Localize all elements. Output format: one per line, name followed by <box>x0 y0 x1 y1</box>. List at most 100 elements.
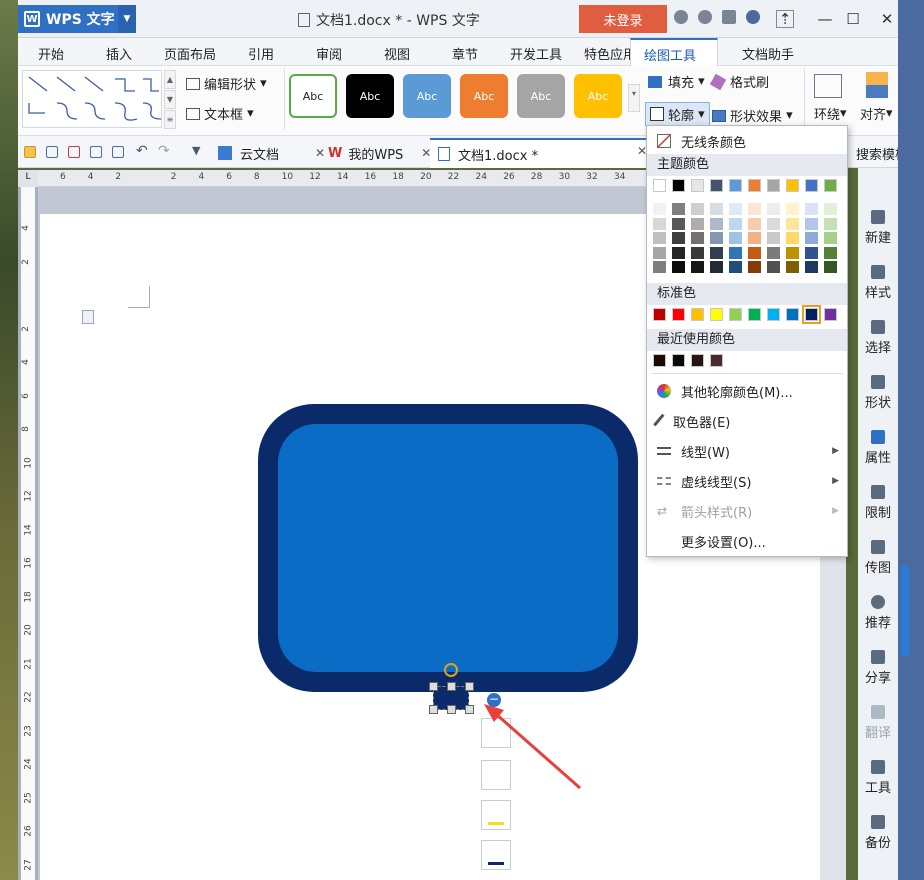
theme-shade-swatch[interactable] <box>748 246 761 259</box>
sidebar-item-new[interactable]: 新建 <box>858 210 898 246</box>
theme-shade-swatch[interactable] <box>786 246 799 259</box>
theme-shade-swatch[interactable] <box>729 246 742 259</box>
line-type-item[interactable]: 线型(W) ▶ <box>647 436 847 466</box>
theme-shade-swatch[interactable] <box>805 217 818 230</box>
recent-color-swatch[interactable] <box>710 354 723 367</box>
theme-shade-swatch[interactable] <box>691 203 704 215</box>
sidebar-toggle[interactable] <box>901 566 909 656</box>
theme-shade-swatch[interactable] <box>824 246 837 259</box>
theme-shade-swatch[interactable] <box>786 203 799 215</box>
theme-shade-swatch[interactable] <box>786 232 799 244</box>
theme-shade-swatch[interactable] <box>729 203 742 215</box>
theme-color-swatch[interactable] <box>786 179 799 192</box>
eyedropper-item[interactable]: 取色器(E) <box>647 406 847 436</box>
no-outline-item[interactable]: 无线条颜色 <box>647 126 847 156</box>
theme-shade-swatch[interactable] <box>672 261 685 273</box>
theme-color-swatch[interactable] <box>767 179 780 192</box>
sidebar-item-style[interactable]: 样式 <box>858 265 898 301</box>
sidebar-item-translate[interactable]: 翻译 <box>858 705 898 741</box>
sidebar-item-restrict[interactable]: 限制 <box>858 485 898 521</box>
select-icon <box>871 320 885 334</box>
theme-shade-swatch[interactable] <box>653 232 666 244</box>
sidebar-item-select[interactable]: 选择 <box>858 320 898 356</box>
recent-color-swatch[interactable] <box>653 354 666 367</box>
theme-shade-swatch[interactable] <box>691 232 704 244</box>
sidebar-item-share[interactable]: 分享 <box>858 650 898 686</box>
theme-shade-swatch[interactable] <box>691 261 704 273</box>
theme-color-swatch[interactable] <box>748 179 761 192</box>
theme-shade-swatch[interactable] <box>748 203 761 215</box>
theme-color-swatch[interactable] <box>672 179 685 192</box>
theme-shade-swatch[interactable] <box>729 261 742 273</box>
recent-color-swatch[interactable] <box>672 354 685 367</box>
theme-shade-swatch[interactable] <box>653 203 666 215</box>
sidebar-item-properties[interactable]: 属性 <box>858 430 898 466</box>
theme-color-swatch[interactable] <box>729 179 742 192</box>
theme-shade-swatch[interactable] <box>672 246 685 259</box>
theme-shade-swatch[interactable] <box>653 217 666 230</box>
theme-shade-swatch[interactable] <box>710 217 723 230</box>
theme-color-swatch[interactable] <box>824 179 837 192</box>
theme-shade-swatch[interactable] <box>805 203 818 215</box>
recommend-icon <box>871 595 885 609</box>
more-colors-item[interactable]: 其他轮廓颜色(M)... <box>647 376 847 406</box>
standard-color-swatch[interactable] <box>786 308 799 321</box>
standard-color-swatch[interactable] <box>729 308 742 321</box>
separator <box>651 373 843 374</box>
theme-shade-swatch[interactable] <box>767 232 780 244</box>
standard-color-swatch[interactable] <box>710 308 723 321</box>
theme-shade-swatch[interactable] <box>824 217 837 230</box>
standard-color-swatch[interactable] <box>767 308 780 321</box>
theme-shade-swatch[interactable] <box>786 261 799 273</box>
theme-color-swatch[interactable] <box>653 179 666 192</box>
theme-shade-swatch[interactable] <box>710 246 723 259</box>
theme-shade-swatch[interactable] <box>710 261 723 273</box>
more-settings-item[interactable]: 更多设置(O)... <box>647 526 847 556</box>
sidebar-item-recommend[interactable]: 推荐 <box>858 595 898 631</box>
theme-shade-swatch[interactable] <box>824 232 837 244</box>
recent-color-swatch[interactable] <box>691 354 704 367</box>
theme-shade-swatch[interactable] <box>710 203 723 215</box>
theme-color-swatch[interactable] <box>691 179 704 192</box>
standard-color-swatch[interactable] <box>672 308 685 321</box>
theme-shade-swatch[interactable] <box>824 203 837 215</box>
theme-color-swatch[interactable] <box>805 179 818 192</box>
standard-color-swatch[interactable] <box>653 308 666 321</box>
theme-shade-swatch[interactable] <box>748 232 761 244</box>
theme-shade-swatch[interactable] <box>672 217 685 230</box>
theme-shade-swatch[interactable] <box>767 261 780 273</box>
sidebar-item-shape[interactable]: 形状 <box>858 375 898 411</box>
theme-color-swatch[interactable] <box>710 179 723 192</box>
theme-shade-swatch[interactable] <box>653 246 666 259</box>
sidebar-item-tools[interactable]: 工具 <box>858 760 898 796</box>
theme-shade-swatch[interactable] <box>672 203 685 215</box>
sidebar-item-upload-image[interactable]: 传图 <box>858 540 898 576</box>
standard-color-swatch[interactable] <box>824 308 837 321</box>
theme-shade-swatch[interactable] <box>729 217 742 230</box>
theme-shade-swatch[interactable] <box>767 217 780 230</box>
standard-color-swatch[interactable] <box>748 308 761 321</box>
theme-shade-swatch[interactable] <box>653 261 666 273</box>
theme-shade-swatch[interactable] <box>729 232 742 244</box>
sidebar-item-properties-label: 属性 <box>864 451 891 466</box>
theme-shade-swatch[interactable] <box>691 246 704 259</box>
standard-color-swatch[interactable] <box>691 308 704 321</box>
sidebar-item-style-label: 样式 <box>864 286 891 301</box>
theme-shade-swatch[interactable] <box>805 261 818 273</box>
theme-shade-swatch[interactable] <box>767 246 780 259</box>
sidebar-item-backup[interactable]: 备份 <box>858 815 898 851</box>
theme-shade-swatch[interactable] <box>710 232 723 244</box>
theme-shade-swatch[interactable] <box>767 203 780 215</box>
theme-shade-swatch[interactable] <box>748 217 761 230</box>
theme-shade-swatch[interactable] <box>691 217 704 230</box>
sidebar-item-select-label: 选择 <box>864 341 891 356</box>
theme-shade-swatch[interactable] <box>824 261 837 273</box>
standard-color-swatch[interactable] <box>802 305 821 324</box>
theme-shade-swatch[interactable] <box>786 217 799 230</box>
theme-shade-swatch[interactable] <box>748 261 761 273</box>
dash-type-item[interactable]: 虚线线型(S) ▶ <box>647 466 847 496</box>
theme-shade-swatch[interactable] <box>672 232 685 244</box>
window-edge <box>898 0 924 880</box>
theme-shade-swatch[interactable] <box>805 232 818 244</box>
theme-shade-swatch[interactable] <box>805 246 818 259</box>
